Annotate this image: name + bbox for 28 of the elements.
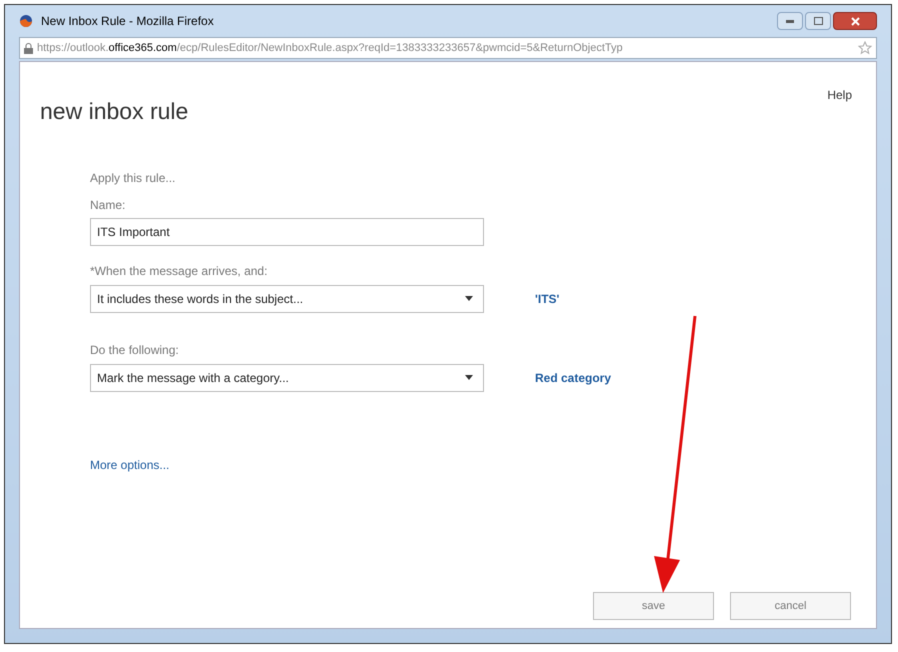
lock-icon <box>24 42 33 54</box>
condition-link[interactable]: 'ITS' <box>535 290 560 308</box>
dropdown[interactable]: It includes these words in the subject... <box>90 284 484 312</box>
maximize-icon <box>814 17 822 25</box>
window-title: New Inbox Rule - Mozilla Firefox <box>41 13 214 30</box>
intro-text: Apply this rule... <box>90 170 176 186</box>
close-button[interactable] <box>833 12 877 30</box>
page-title: new inbox rule <box>40 97 188 126</box>
dropdown[interactable]: Mark the message with a category... <box>90 364 484 392</box>
field-label: Do the following: <box>90 342 180 358</box>
url-text: https://outlook.office365.com/ecp/RulesEditor/NewInboxRule.aspx?reqId=1383333233657&pwmcid=5&ReturnObjectTyp <box>37 40 623 56</box>
condition-link[interactable]: Red category <box>535 368 612 386</box>
dialog-button[interactable]: cancel <box>730 592 851 620</box>
name-field[interactable]: ITS Important <box>90 218 484 246</box>
caret-icon <box>465 296 473 301</box>
field-label: Name: <box>90 196 126 214</box>
more-options-link[interactable]: More options... <box>90 456 170 474</box>
star-icon[interactable] <box>858 41 872 55</box>
help-link[interactable]: Help <box>827 86 852 104</box>
caret-icon <box>465 375 473 380</box>
address-bar[interactable]: https://outlook.office365.com/ecp/RulesEditor/NewInboxRule.aspx?reqId=1383333233657&pwmcid=5&ReturnObjectTyp <box>19 37 877 59</box>
minimize-icon <box>786 20 794 22</box>
browser-logo-icon <box>19 14 33 28</box>
dialog-button[interactable]: save <box>593 592 714 620</box>
close-icon <box>850 16 860 26</box>
field-label: *When the message arrives, and: <box>90 262 268 280</box>
maximize-button[interactable] <box>805 12 831 30</box>
minimize-button[interactable] <box>777 12 803 30</box>
